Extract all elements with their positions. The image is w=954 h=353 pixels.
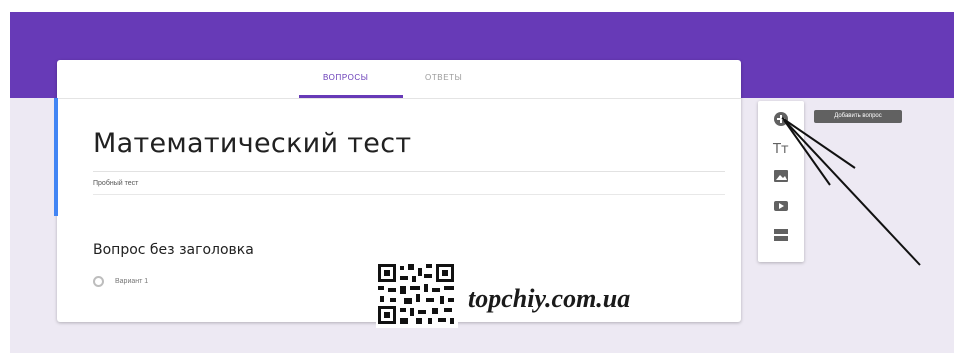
qr-code bbox=[376, 262, 458, 328]
arrow-line-upper bbox=[781, 117, 856, 169]
watermark-text: topchiy.com.ua bbox=[468, 284, 631, 313]
arrow-line-mid bbox=[783, 119, 831, 186]
arrow-line-lower bbox=[785, 121, 921, 266]
